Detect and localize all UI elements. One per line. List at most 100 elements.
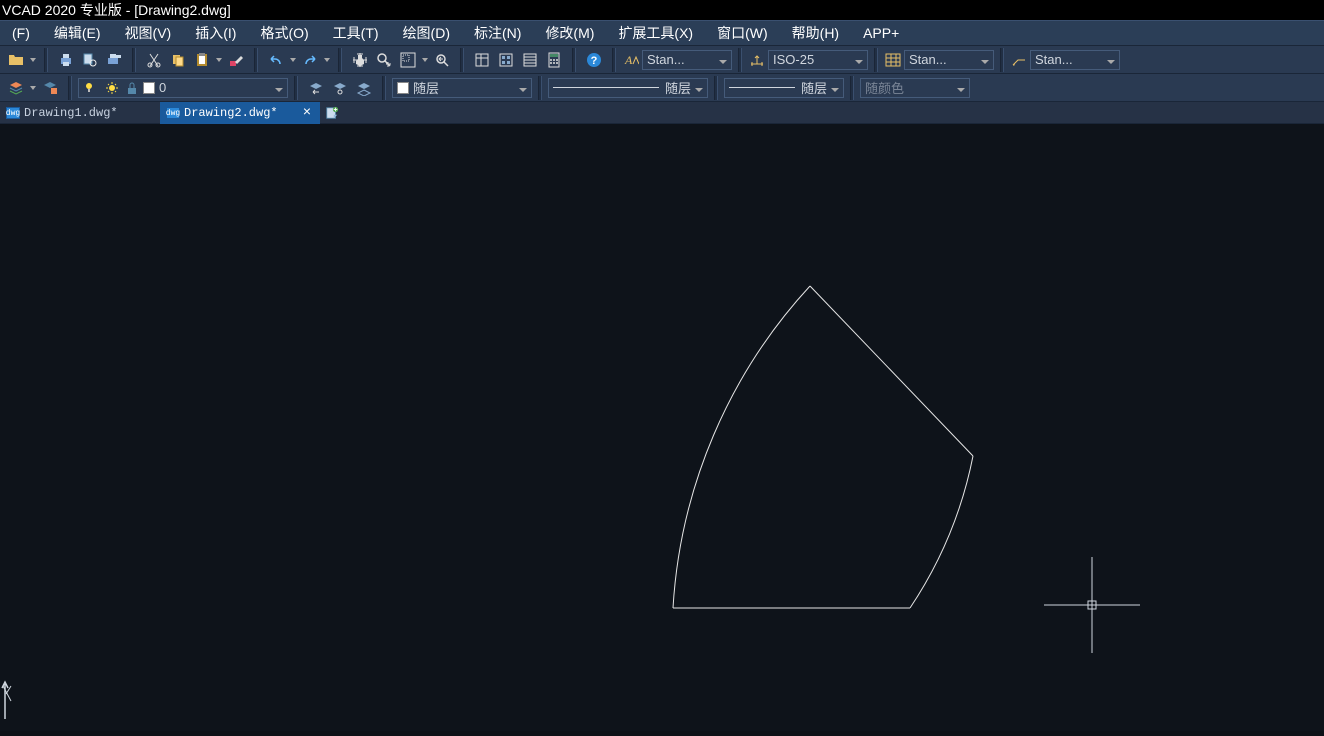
cut-button[interactable] <box>143 49 165 71</box>
menu-ext[interactable]: 扩展工具(X) <box>606 20 705 46</box>
color-value: 随层 <box>413 78 515 97</box>
color-combo[interactable]: 随层 <box>392 78 532 98</box>
zoom-previous-button[interactable] <box>431 49 453 71</box>
separator <box>294 76 298 100</box>
menu-app[interactable]: APP+ <box>851 20 911 46</box>
chevron-down-icon <box>719 52 727 67</box>
print-button[interactable] <box>55 49 77 71</box>
mleader-style-icon <box>1010 52 1028 68</box>
plotstyle-combo[interactable]: 随颜色 <box>860 78 970 98</box>
svg-text:?: ? <box>591 55 598 67</box>
table-style-value: Stan... <box>909 52 977 67</box>
design-center-button[interactable] <box>495 49 517 71</box>
open-button[interactable] <box>5 49 27 71</box>
zoom-window-button[interactable] <box>397 49 419 71</box>
redo-dropdown[interactable] <box>322 49 332 71</box>
layer-dropdown[interactable] <box>28 77 38 99</box>
chevron-down-icon <box>855 52 863 67</box>
paste-dropdown[interactable] <box>214 49 224 71</box>
menu-tools[interactable]: 工具(T) <box>321 20 391 46</box>
separator <box>1000 48 1004 72</box>
help-button[interactable]: ? <box>583 49 605 71</box>
separator <box>338 48 342 72</box>
matchprop-button[interactable] <box>225 49 247 71</box>
tab-label: Drawing2.dwg* <box>184 106 296 120</box>
zoom-dropdown[interactable] <box>420 49 430 71</box>
close-icon[interactable]: × <box>300 106 314 120</box>
layer-isolate-button[interactable] <box>329 77 351 99</box>
toolbar-row-2: 0 随层 随层 随层 <box>0 74 1324 102</box>
menu-modify[interactable]: 修改(M) <box>533 20 606 46</box>
chevron-down-icon <box>957 80 965 95</box>
separator <box>460 48 464 72</box>
layer-previous-button[interactable] <box>305 77 327 99</box>
separator <box>850 76 854 100</box>
document-tab-bar: dwg Drawing1.dwg* dwg Drawing2.dwg* × <box>0 102 1324 124</box>
separator <box>44 48 48 72</box>
chevron-down-icon <box>275 80 283 95</box>
chevron-down-icon <box>1107 52 1115 67</box>
menu-window[interactable]: 窗口(W) <box>705 20 780 46</box>
lineweight-combo[interactable]: 随层 <box>724 78 844 98</box>
table-style-combo[interactable]: Stan... <box>904 50 994 70</box>
document-tab-drawing2[interactable]: dwg Drawing2.dwg* × <box>160 102 320 124</box>
plotstyle-value: 随颜色 <box>865 78 953 97</box>
lineweight-value: 随层 <box>801 78 827 97</box>
menu-help[interactable]: 帮助(H) <box>780 20 851 46</box>
dim-style-icon <box>748 52 766 68</box>
mleader-style-combo[interactable]: Stan... <box>1030 50 1120 70</box>
menu-draw[interactable]: 绘图(D) <box>391 20 462 46</box>
chevron-down-icon <box>519 80 527 95</box>
redo-button[interactable] <box>299 49 321 71</box>
properties-button[interactable] <box>471 49 493 71</box>
dim-style-combo[interactable]: ISO-25 <box>768 50 868 70</box>
layer-states-button[interactable] <box>39 77 61 99</box>
undo-button[interactable] <box>265 49 287 71</box>
new-document-tab[interactable] <box>320 102 344 123</box>
layer-manager-button[interactable] <box>5 77 27 99</box>
copy-button[interactable] <box>167 49 189 71</box>
menu-format[interactable]: 格式(O) <box>248 20 320 46</box>
separator <box>738 48 742 72</box>
separator <box>132 48 136 72</box>
menu-file[interactable]: (F) <box>0 20 42 46</box>
undo-dropdown[interactable] <box>288 49 298 71</box>
open-dropdown[interactable] <box>28 49 38 71</box>
menu-bar: (F) 编辑(E) 视图(V) 插入(I) 格式(O) 工具(T) 绘图(D) … <box>0 20 1324 46</box>
document-tab-drawing1[interactable]: dwg Drawing1.dwg* <box>0 102 160 124</box>
dwg-icon: dwg <box>166 107 180 119</box>
menu-edit[interactable]: 编辑(E) <box>42 20 113 46</box>
text-style-icon: A <box>622 52 640 68</box>
menu-insert[interactable]: 插入(I) <box>183 20 248 46</box>
lineweight-sample <box>729 87 795 88</box>
layer-combo[interactable]: 0 <box>78 78 288 98</box>
text-style-value: Stan... <box>647 52 715 67</box>
lightbulb-icon <box>83 80 101 96</box>
zoom-realtime-button[interactable] <box>373 49 395 71</box>
separator <box>612 48 616 72</box>
menu-dim[interactable]: 标注(N) <box>462 20 533 46</box>
tool-palette-button[interactable] <box>519 49 541 71</box>
linetype-combo[interactable]: 随层 <box>548 78 708 98</box>
separator <box>254 48 258 72</box>
dim-style-value: ISO-25 <box>773 52 851 67</box>
mleader-style-value: Stan... <box>1035 52 1103 67</box>
text-style-combo[interactable]: Stan... <box>642 50 732 70</box>
sun-icon <box>103 80 121 96</box>
menu-view[interactable]: 视图(V) <box>113 20 184 46</box>
print-preview-button[interactable] <box>79 49 101 71</box>
pan-button[interactable] <box>349 49 371 71</box>
separator <box>68 76 72 100</box>
publish-button[interactable] <box>103 49 125 71</box>
drawing-canvas[interactable] <box>0 124 1324 731</box>
app-title: VCAD 2020 专业版 - [Drawing2.dwg] <box>2 2 231 18</box>
linetype-value: 随层 <box>665 78 691 97</box>
layer-match-button[interactable] <box>353 77 375 99</box>
separator <box>382 76 386 100</box>
calculator-button[interactable] <box>543 49 565 71</box>
separator <box>874 48 878 72</box>
chevron-down-icon <box>981 52 989 67</box>
chevron-down-icon <box>831 80 839 95</box>
separator <box>572 48 576 72</box>
paste-button[interactable] <box>191 49 213 71</box>
